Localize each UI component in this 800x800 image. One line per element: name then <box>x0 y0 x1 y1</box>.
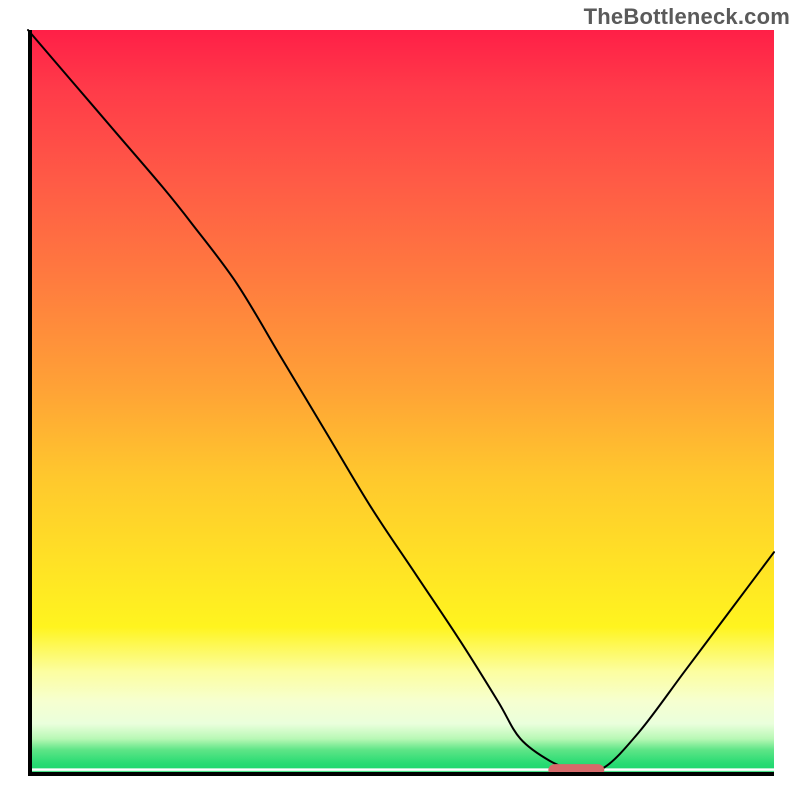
optimal-marker <box>548 764 604 776</box>
curve-layer <box>28 30 774 776</box>
bottleneck-curve <box>28 30 774 772</box>
watermark-text: TheBottleneck.com <box>584 4 790 30</box>
chart-container: TheBottleneck.com <box>0 0 800 800</box>
plot-area <box>28 30 774 776</box>
